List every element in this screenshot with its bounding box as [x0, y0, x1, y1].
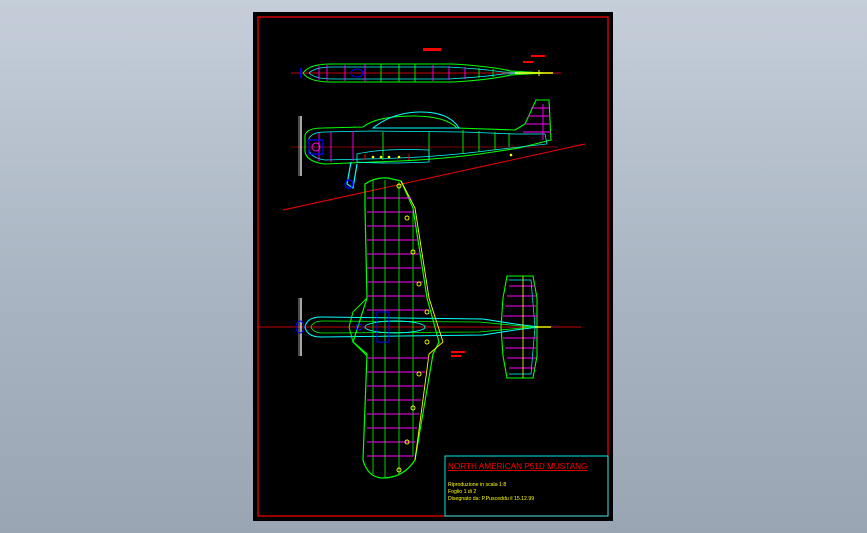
title-block: NORTH AMERICAN P51D MUSTANG Riproduzione… — [444, 455, 609, 517]
title-block-sheet: Foglio 1 di 2 — [448, 489, 476, 495]
drawing-sheet: NORTH AMERICAN P51D MUSTANG Riproduzione… — [253, 12, 613, 521]
sheet-border — [257, 16, 609, 517]
title-block-title: NORTH AMERICAN P51D MUSTANG — [448, 462, 587, 471]
title-block-author: Disegnato da: P.Pusceddu il 15.12.99 — [448, 496, 534, 502]
fuselage-side-view — [282, 99, 586, 211]
drawing-canvas: NORTH AMERICAN P51D MUSTANG Riproduzione… — [257, 16, 609, 517]
fuselage-top-view — [291, 48, 561, 83]
title-block-scale: Riproduzione in scala 1:8 — [448, 482, 506, 488]
cad-viewport[interactable]: NORTH AMERICAN P51D MUSTANG Riproduzione… — [0, 0, 867, 533]
wing-plan-view — [257, 177, 581, 479]
